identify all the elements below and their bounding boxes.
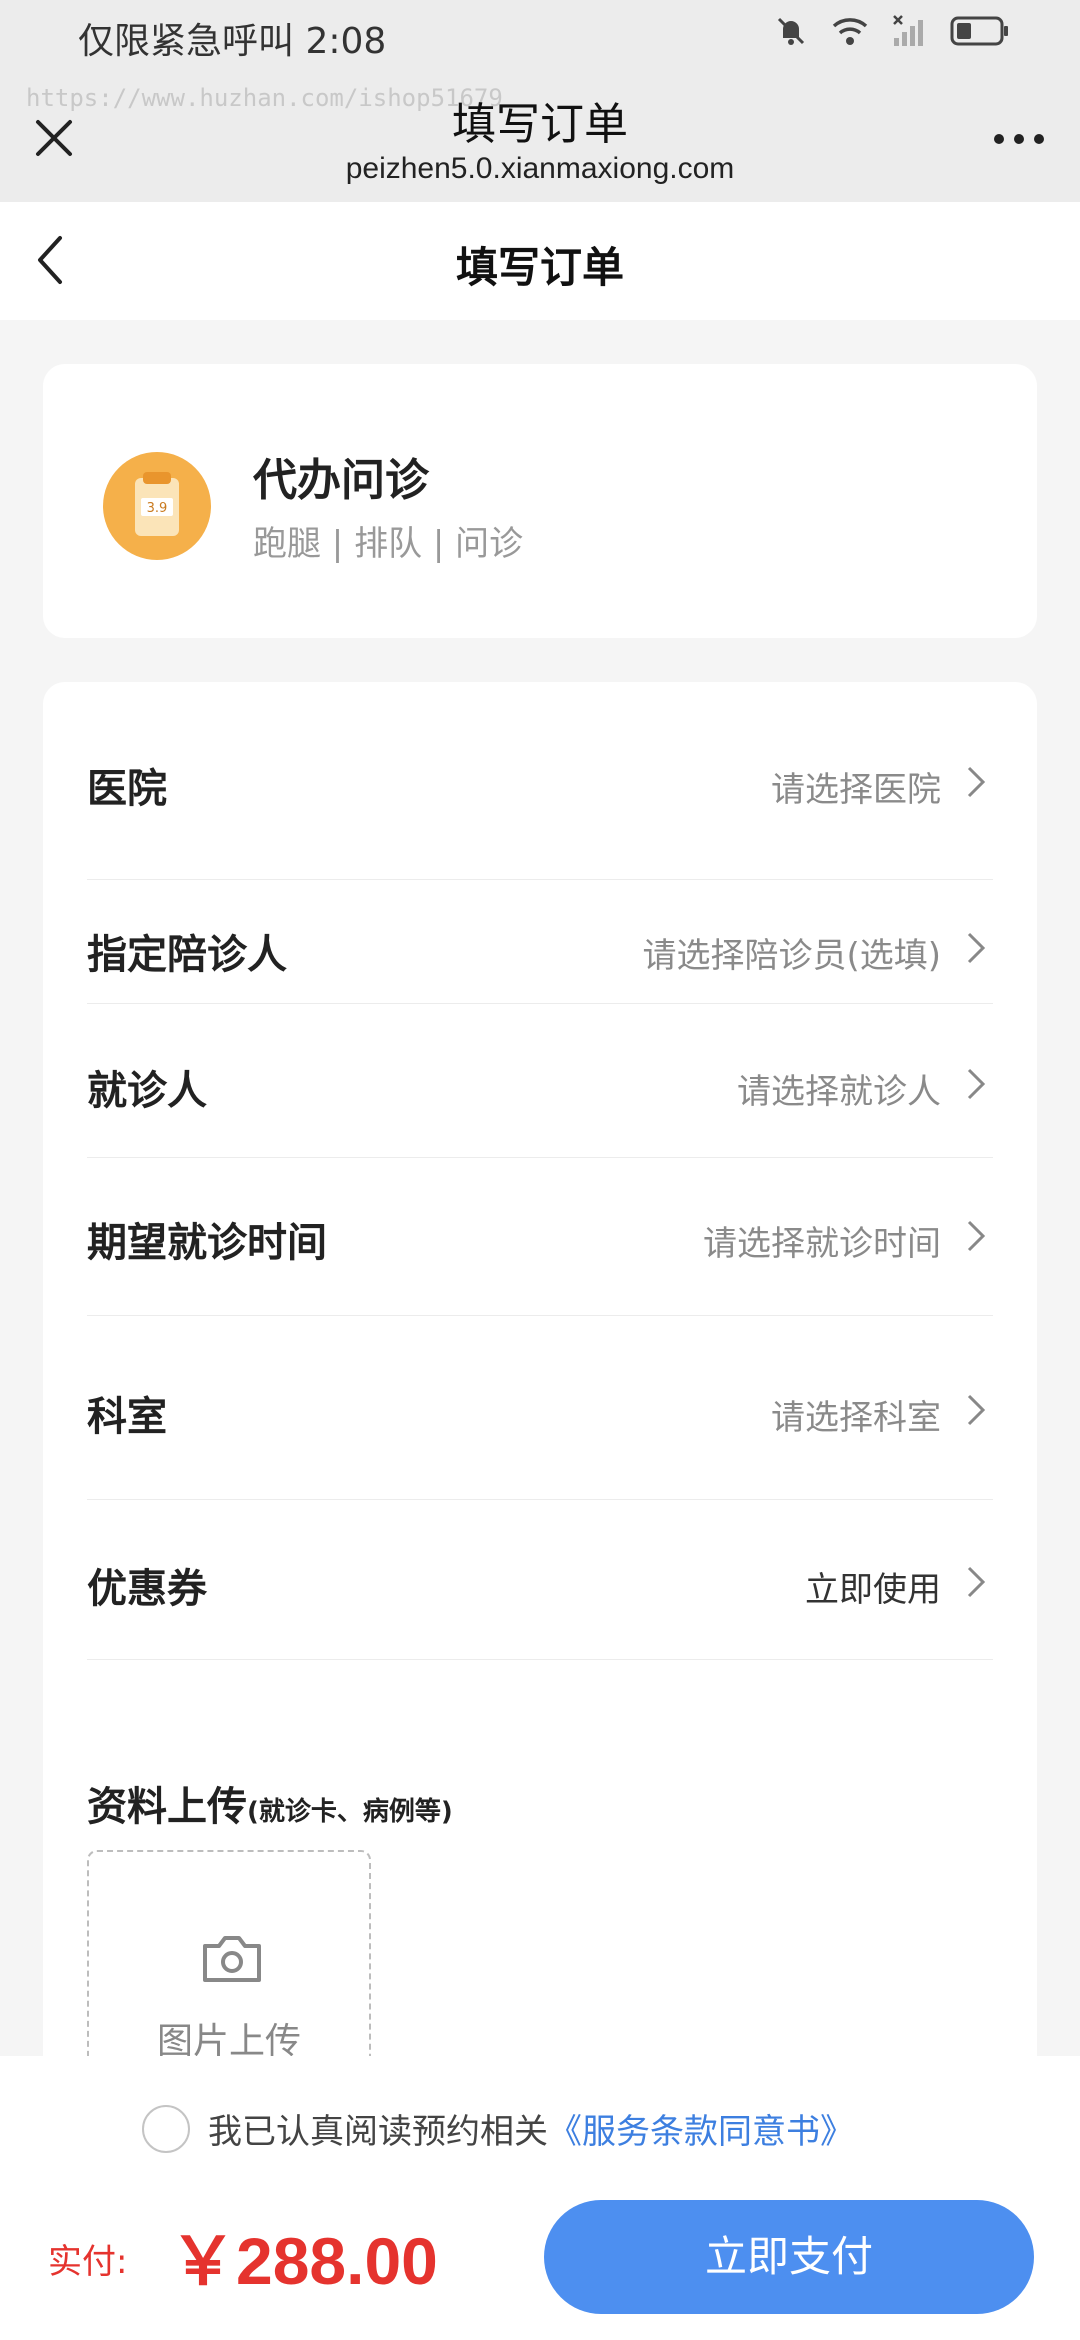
chevron-right-icon xyxy=(967,1220,986,1252)
service-name: 代办问诊 xyxy=(253,455,429,506)
row-value: 请选择陪诊员(选填) xyxy=(642,936,941,976)
service-icon-text: 3.9 xyxy=(147,501,168,516)
form-row-coupon[interactable]: 优惠券 立即使用 xyxy=(87,1500,993,1660)
battery-icon xyxy=(950,16,1008,46)
form-row-department[interactable]: 科室 请选择科室 xyxy=(87,1316,993,1500)
pay-button[interactable]: 立即支付 xyxy=(544,2200,1034,2314)
browser-header: https://www.huzhan.com/ishop51679 填写订单 p… xyxy=(0,70,1080,202)
pay-amount: ￥288.00 xyxy=(170,2224,438,2298)
row-value: 请选择医院 xyxy=(771,770,941,810)
mute-bell-icon xyxy=(777,17,805,45)
form-row-patient[interactable]: 就诊人 请选择就诊人 xyxy=(87,1004,993,1158)
row-value: 请选择科室 xyxy=(771,1398,941,1438)
order-form: 医院 请选择医院 指定陪诊人 请选择陪诊员(选填) 就诊人 请选择就诊人 期望就… xyxy=(43,682,1037,2110)
browser-title: 填写订单 xyxy=(452,99,628,150)
row-label: 就诊人 xyxy=(87,1068,207,1114)
pay-label: 实付: xyxy=(48,2242,128,2282)
upload-title-text: 资料上传 xyxy=(87,1784,247,1830)
camera-icon xyxy=(203,1936,261,1982)
form-row-hospital[interactable]: 医院 请选择医院 xyxy=(87,682,993,880)
row-value: 立即使用 xyxy=(805,1570,941,1610)
row-value: 请选择就诊人 xyxy=(737,1072,941,1112)
row-value: 请选择就诊时间 xyxy=(703,1224,941,1264)
nav-bar: 填写订单 xyxy=(0,202,1080,320)
upload-title: 资料上传(就诊卡、病例等) xyxy=(87,1774,453,1832)
more-icon[interactable] xyxy=(992,132,1046,146)
chevron-right-icon xyxy=(967,1566,986,1598)
service-card: 3.9 代办问诊 跑腿 | 排队 | 问诊 xyxy=(43,364,1037,638)
agreement: 我已认真阅读预约相关 《服务条款同意书》 xyxy=(142,2104,854,2153)
browser-url: peizhen5.0.xianmaxiong.com xyxy=(345,152,735,185)
wifi-icon xyxy=(832,18,868,45)
service-icon: 3.9 xyxy=(103,452,211,560)
form-row-companion[interactable]: 指定陪诊人 请选择陪诊员(选填) xyxy=(87,880,993,1004)
row-label: 科室 xyxy=(87,1394,167,1440)
row-label: 期望就诊时间 xyxy=(87,1220,327,1266)
row-label: 指定陪诊人 xyxy=(87,932,287,978)
chevron-right-icon xyxy=(967,766,986,798)
row-label: 医院 xyxy=(87,766,167,812)
status-text: 仅限紧急呼叫 2:08 xyxy=(78,21,387,62)
form-row-visit-time[interactable]: 期望就诊时间 请选择就诊时间 xyxy=(87,1158,993,1316)
chevron-right-icon xyxy=(967,932,986,964)
agreement-checkbox[interactable] xyxy=(142,2104,190,2153)
page-title: 填写订单 xyxy=(455,243,624,292)
row-label: 优惠券 xyxy=(87,1566,207,1612)
chevron-right-icon xyxy=(967,1394,986,1426)
signal-icon xyxy=(893,15,923,46)
service-tags: 跑腿 | 排队 | 问诊 xyxy=(253,524,524,564)
status-icons xyxy=(774,14,1010,48)
bottom-bar: 我已认真阅读预约相关 《服务条款同意书》 实付: ￥288.00 立即支付 xyxy=(0,2056,1080,2340)
agreement-link[interactable]: 《服务条款同意书》 xyxy=(548,2104,854,2153)
chevron-right-icon xyxy=(967,1068,986,1100)
status-bar: 仅限紧急呼叫 2:08 xyxy=(0,0,1080,70)
agreement-text: 我已认真阅读预约相关 xyxy=(208,2112,548,2152)
upload-hint: (就诊卡、病例等) xyxy=(247,1797,453,1827)
